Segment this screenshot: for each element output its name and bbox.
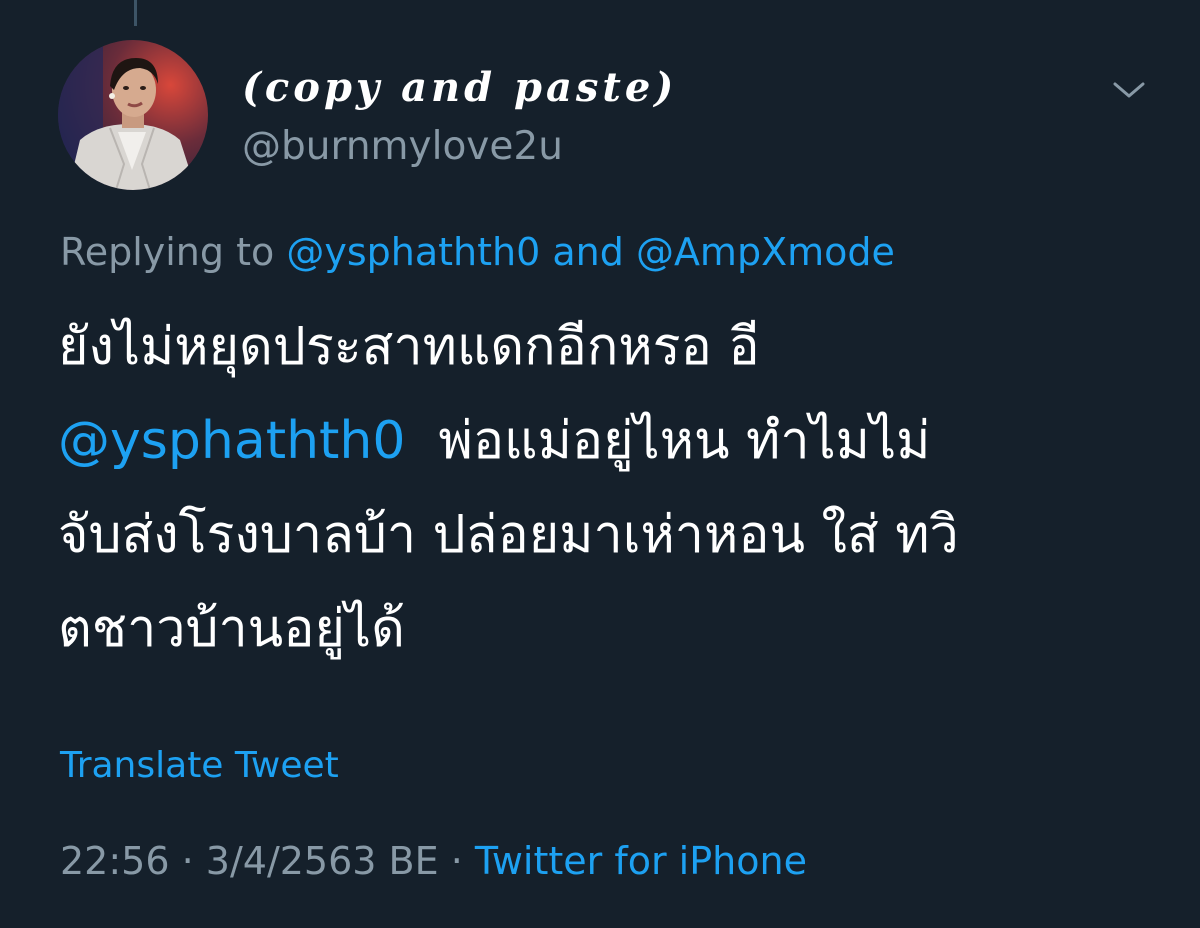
translate-tweet-link[interactable]: Translate Tweet <box>60 748 339 784</box>
thread-connector-line <box>134 0 137 26</box>
tweet-text-line: ตชาวบ้านอยู่ได้ <box>58 599 405 659</box>
replying-to-label: Replying to <box>60 230 275 274</box>
user-handle[interactable]: @burnmylove2u <box>242 127 563 166</box>
tweet-date[interactable]: 3/4/2563 BE <box>206 839 439 883</box>
meta-separator: · <box>181 839 194 883</box>
display-name[interactable]: (copy and paste) <box>242 68 677 108</box>
tweet-metadata: 22:56 · 3/4/2563 BE · Twitter for iPhone <box>60 842 807 880</box>
tweet-text-line: @ysphathth0 พ่อแม่อยู่ไหน ทำไมไม่ <box>58 394 1158 488</box>
tweet-text-segment: พ่อแม่อยู่ไหน ทำไมไม่ <box>438 411 931 471</box>
tweet-text-line: จับส่งโรงบาลบ้า ปล่อยมาเห่าหอน ใส่ ทวิ <box>58 505 959 565</box>
profile-photo <box>58 40 208 190</box>
reply-joiner[interactable]: and <box>552 230 624 274</box>
avatar[interactable] <box>58 40 208 190</box>
tweet-text: ยังไม่หยุดประสาทแดกอีกหรอ อี @ysphathth0… <box>58 300 1158 676</box>
reply-mention-link[interactable]: @ysphathth0 <box>286 230 540 274</box>
tweet-time[interactable]: 22:56 <box>60 839 170 883</box>
meta-separator: · <box>450 839 463 883</box>
chevron-down-icon[interactable] <box>1112 78 1146 102</box>
reply-mention-link[interactable]: @AmpXmode <box>636 230 895 274</box>
mention-link[interactable]: @ysphathth0 <box>58 411 405 471</box>
tweet-text-line: ยังไม่หยุดประสาทแดกอีกหรอ อี <box>58 317 760 377</box>
reply-context: Replying to @ysphathth0 and @AmpXmode <box>60 230 895 274</box>
tweet-source-link[interactable]: Twitter for iPhone <box>475 839 807 883</box>
